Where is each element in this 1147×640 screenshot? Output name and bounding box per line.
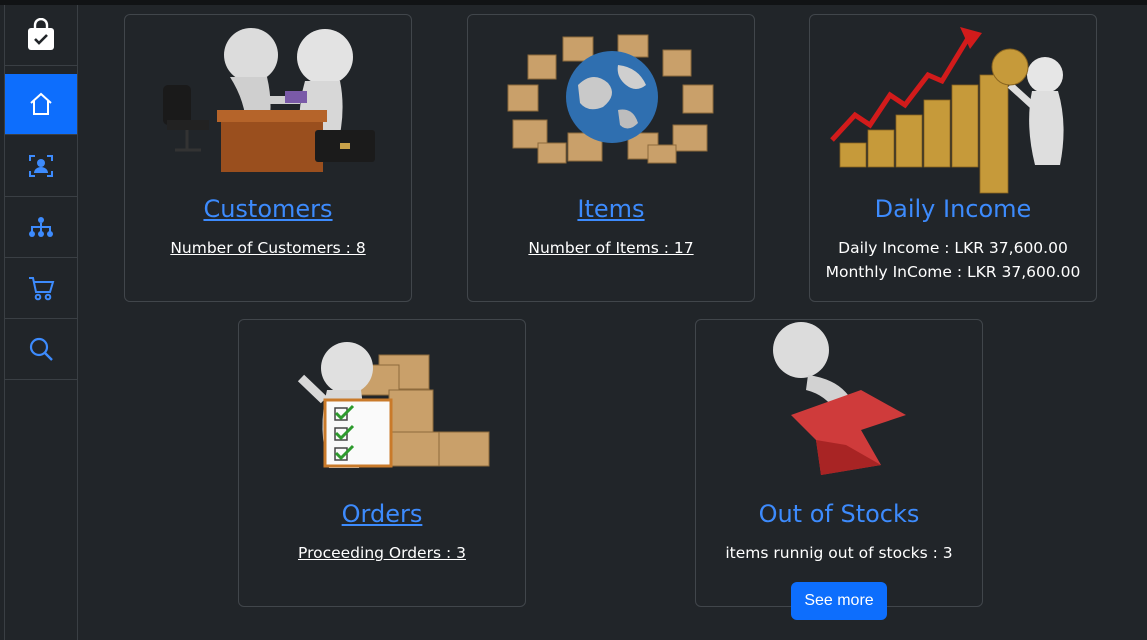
customers-count-link[interactable]: Number of Customers : 8 <box>125 239 411 257</box>
daily-income-value: Daily Income : LKR 37,600.00 <box>838 239 1068 257</box>
stocks-down-arrow-illustration <box>773 322 906 475</box>
orders-checklist-illustration <box>297 342 490 468</box>
income-card: Daily Income Daily Income : LKR 37,600.0… <box>809 14 1097 302</box>
customers-handshake-illustration <box>163 28 375 172</box>
items-globe-boxes-illustration <box>507 34 714 164</box>
sidebar-item-orders[interactable] <box>5 258 77 319</box>
home-icon <box>30 92 52 115</box>
monthly-income-value: Monthly InCome : LKR 37,600.00 <box>825 263 1081 281</box>
sidebar-item-customers[interactable] <box>5 136 77 197</box>
customers-card: Customers Number of Customers : 8 <box>124 14 412 302</box>
orders-card: Orders Proceeding Orders : 3 <box>238 319 526 607</box>
see-more-button[interactable]: See more <box>791 582 887 620</box>
sidebar <box>4 5 78 640</box>
items-card: Items Number of Items : 17 <box>467 14 755 302</box>
income-coins-chart-illustration <box>830 27 1064 194</box>
shopping-bag-check-icon <box>28 18 54 50</box>
cart-icon <box>29 277 55 301</box>
customers-title-link[interactable]: Customers <box>125 195 411 223</box>
orders-count-link[interactable]: Proceeding Orders : 3 <box>239 544 525 562</box>
sidebar-item-home[interactable] <box>5 74 77 135</box>
diagram-icon <box>29 217 53 237</box>
sidebar-logo[interactable] <box>5 5 77 66</box>
income-title: Daily Income <box>874 195 1032 223</box>
stocks-count: items runnig out of stocks : 3 <box>725 544 953 562</box>
items-title-link[interactable]: Items <box>468 195 754 223</box>
sidebar-item-items[interactable] <box>5 197 77 258</box>
items-count-link[interactable]: Number of Items : 17 <box>468 239 754 257</box>
stocks-card: Out of Stocks items runnig out of stocks… <box>695 319 983 620</box>
stocks-title: Out of Stocks <box>758 500 920 528</box>
sidebar-item-search[interactable] <box>5 319 77 380</box>
window-top-border <box>0 0 1147 5</box>
person-badge-icon <box>29 155 53 177</box>
search-icon <box>29 337 53 361</box>
orders-title-link[interactable]: Orders <box>239 500 525 528</box>
